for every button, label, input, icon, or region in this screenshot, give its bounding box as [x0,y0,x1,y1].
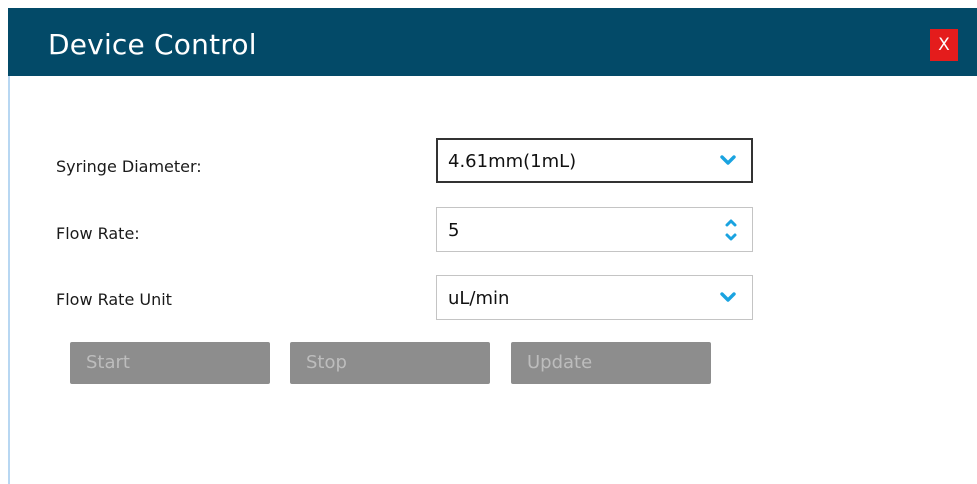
syringe-diameter-label: Syringe Diameter: [56,157,202,176]
flow-rate-label: Flow Rate: [56,224,140,243]
syringe-diameter-select[interactable]: 4.61mm(1mL) [436,138,753,183]
spinner-arrows-icon[interactable] [724,215,738,245]
flow-rate-unit-value: uL/min [448,288,510,309]
flow-rate-unit-select[interactable]: uL/min [436,275,753,320]
stop-button[interactable]: Stop [290,342,490,384]
window-title: Device Control [48,28,257,61]
start-button[interactable]: Start [70,342,270,384]
title-bar[interactable]: Device Control X [8,8,977,76]
flow-rate-value: 5 [448,220,460,241]
chevron-down-icon [720,155,736,165]
chevron-down-icon [720,292,736,302]
syringe-diameter-value: 4.61mm(1mL) [448,151,577,172]
device-control-window: Device Control X Syringe Diameter: 4.61m… [0,0,977,484]
flow-rate-input[interactable]: 5 [436,207,753,252]
update-button[interactable]: Update [511,342,711,384]
window-left-border [8,75,10,484]
flow-rate-unit-label: Flow Rate Unit [56,290,172,309]
close-button[interactable]: X [930,29,958,61]
